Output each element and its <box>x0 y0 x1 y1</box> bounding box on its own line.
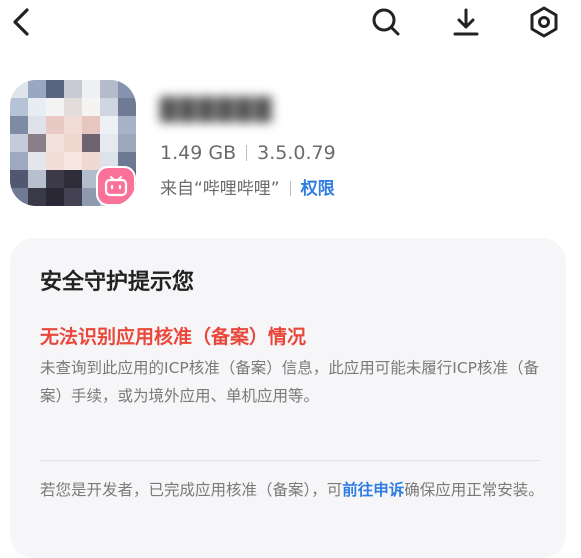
search-icon[interactable] <box>366 2 406 42</box>
developer-note: 若您是开发者，已完成应用核准（备案），可前往申诉确保应用正常安装。 <box>40 476 550 504</box>
warning-body: 未查询到此应用的ICP核准（备案）信息，此应用可能未履行ICP核准（备案）手续，… <box>40 359 539 405</box>
app-size: 1.49 GB <box>160 142 237 164</box>
settings-hexagon-icon[interactable] <box>524 2 564 42</box>
meta-divider <box>246 145 248 161</box>
app-meta-line: 1.49 GB 3.5.0.79 <box>160 142 336 164</box>
source-divider <box>289 181 291 196</box>
back-arrow-icon[interactable] <box>2 2 42 42</box>
app-source: 来自“哔哩哔哩” <box>160 179 280 199</box>
app-source-line: 来自“哔哩哔哩” 权限 <box>160 174 335 199</box>
top-bar <box>0 0 581 44</box>
appeal-link[interactable]: 前往申诉 <box>342 481 404 499</box>
card-divider <box>40 460 540 461</box>
app-name-blurred: ██████ <box>160 98 274 123</box>
permissions-link[interactable]: 权限 <box>301 179 335 199</box>
developer-note-suffix: 确保应用正常安装。 <box>404 481 544 499</box>
app-version: 3.5.0.79 <box>257 142 336 164</box>
security-notice-card: 安全守护提示您 无法识别应用核准（备案）情况 未查询到此应用的ICP核准（备案）… <box>10 238 566 558</box>
warning-title: 无法识别应用核准（备案）情况 <box>40 326 307 348</box>
app-header: ██████ 1.49 GB 3.5.0.79 来自“哔哩哔哩” 权限 <box>10 80 570 210</box>
app-detail-page: ██████ 1.49 GB 3.5.0.79 来自“哔哩哔哩” 权限 安全守护提示… <box>0 0 581 558</box>
developer-note-prefix: 若您是开发者，已完成应用核准（备案），可 <box>40 481 343 499</box>
app-icon <box>10 80 136 206</box>
card-title: 安全守护提示您 <box>40 270 195 295</box>
download-icon[interactable] <box>446 2 486 42</box>
bilibili-tv-badge-icon <box>98 168 134 204</box>
